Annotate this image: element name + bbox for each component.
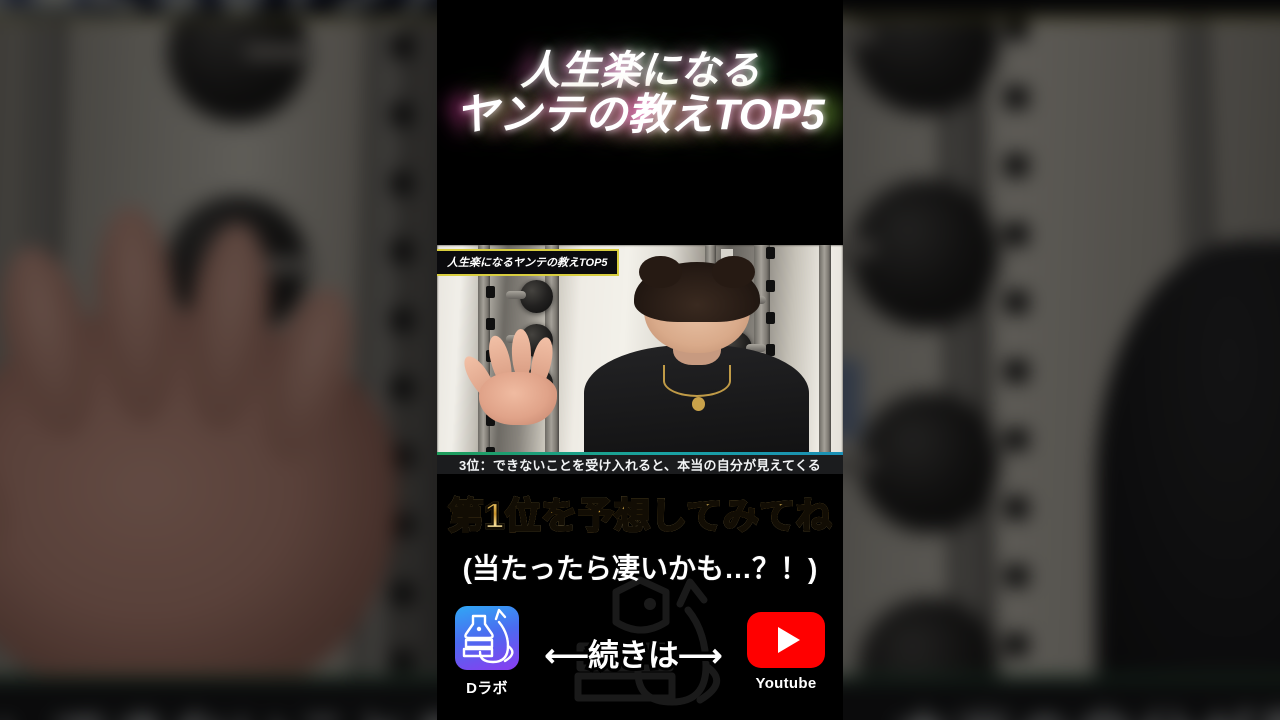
rack-post (818, 245, 831, 465)
video-player-frame: 人生楽になるヤンテの教えTOP5 3位：できないことを受け入れると、本当の自分が… (0, 0, 1280, 720)
clip-title-banner: 人生楽になるヤンテの教えTOP5 (437, 249, 619, 276)
background-peg-holes (1004, 0, 1028, 720)
continue-prompt: ⟵続きは⟶ (519, 630, 747, 676)
intro-title-card: 人生楽になる ヤンテの教えTOP5 (437, 0, 843, 245)
background-peg-holes (390, 0, 414, 720)
youtube-cta[interactable]: Youtube (747, 612, 825, 692)
youtube-icon[interactable] (747, 612, 825, 668)
presenter-hand (459, 328, 566, 426)
youtube-label: Youtube (755, 675, 817, 692)
dlab-cat-flask-icon (462, 608, 514, 664)
presenter-hair (633, 255, 760, 323)
dlab-cta[interactable]: Dラボ (455, 606, 519, 698)
intro-title-line-2: ヤンテの教えTOP5 (455, 90, 825, 139)
background-weight-plate (860, 394, 998, 531)
play-triangle-icon (777, 627, 800, 653)
cta-row: Dラボ ⟵続きは⟶ Youtube (437, 576, 843, 720)
background-barbell-peg (244, 43, 314, 63)
subtitle-text: 3位：できないことを受け入れると、本当の自分が見えてくる (458, 458, 821, 473)
necklace-chain (662, 364, 731, 398)
intro-title-line-1: 人生楽になる (520, 49, 760, 94)
dlab-app-icon[interactable] (455, 606, 519, 670)
presenter (584, 255, 810, 465)
background-blurred-hand (0, 203, 397, 702)
shorts-video-column[interactable]: 人生楽になる ヤンテの教えTOP5 人生楽になるヤンテの教えTOP5 3位：でき… (437, 0, 843, 720)
continue-prompt-text: ⟵続きは⟶ (542, 635, 726, 676)
clip-title-banner-text: 人生楽になるヤンテの教えTOP5 (447, 257, 608, 269)
presenter-palm (479, 371, 558, 426)
dlab-label: Dラボ (466, 680, 508, 697)
inner-video-clip: 人生楽になるヤンテの教えTOP5 (437, 245, 843, 465)
headline-gold-text: 第1位を予想してみてね (447, 487, 833, 539)
barbell-peg (506, 291, 527, 300)
gym-scene (437, 245, 843, 465)
subtitle-bar: 3位：できないことを受け入れると、本当の自分が見えてくる (437, 452, 843, 474)
